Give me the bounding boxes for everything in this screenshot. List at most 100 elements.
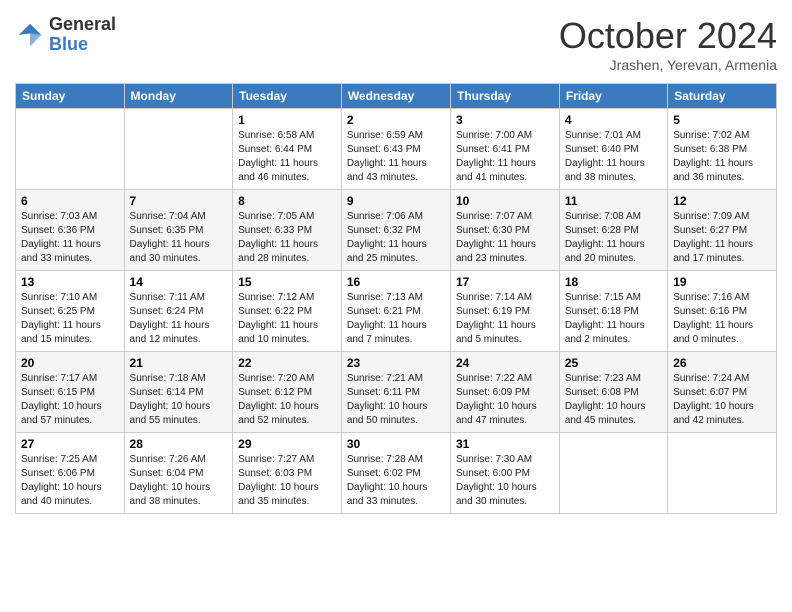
calendar-week-row: 27 Sunrise: 7:25 AM Sunset: 6:06 PM Dayli… xyxy=(16,433,777,514)
day-number: 24 xyxy=(456,356,554,370)
calendar-cell: 21Sunrise: 7:18 AM Sunset: 6:14 PM Dayli… xyxy=(124,352,233,433)
calendar-cell xyxy=(16,109,125,190)
day-number: 29 xyxy=(238,437,336,451)
day-info: Sunrise: 6:59 AM Sunset: 6:43 PM Dayligh… xyxy=(347,129,445,185)
header-sunday: Sunday xyxy=(16,84,125,109)
header-wednesday: Wednesday xyxy=(341,84,450,109)
calendar-cell: 5 Sunrise: 7:02 AM Sunset: 6:38 PM Daylig… xyxy=(668,109,777,190)
day-info: Sunrise: 7:08 AM Sunset: 6:28 PM Dayligh… xyxy=(565,210,662,266)
calendar-week-row: 1 Sunrise: 6:58 AM Sunset: 6:44 PM Daylig… xyxy=(16,109,777,190)
calendar-cell: 4Sunrise: 7:01 AM Sunset: 6:40 PM Daylig… xyxy=(559,109,667,190)
day-number: 31 xyxy=(456,437,554,451)
day-number: 18 xyxy=(565,275,662,289)
header-saturday: Saturday xyxy=(668,84,777,109)
calendar-cell: 18Sunrise: 7:15 AM Sunset: 6:18 PM Dayli… xyxy=(559,271,667,352)
day-number: 11 xyxy=(565,194,662,208)
day-info: Sunrise: 7:14 AM Sunset: 6:19 PM Dayligh… xyxy=(456,291,554,347)
weekday-header-row: Sunday Monday Tuesday Wednesday Thursday… xyxy=(16,84,777,109)
day-number: 14 xyxy=(130,275,228,289)
header-thursday: Thursday xyxy=(450,84,559,109)
calendar-cell: 2Sunrise: 6:59 AM Sunset: 6:43 PM Daylig… xyxy=(341,109,450,190)
calendar-cell: 13Sunrise: 7:10 AM Sunset: 6:25 PM Dayli… xyxy=(16,271,125,352)
calendar-cell: 31Sunrise: 7:30 AM Sunset: 6:00 PM Dayli… xyxy=(450,433,559,514)
calendar-cell: 12 Sunrise: 7:09 AM Sunset: 6:27 PM Dayli… xyxy=(668,190,777,271)
day-info: Sunrise: 7:04 AM Sunset: 6:35 PM Dayligh… xyxy=(130,210,228,266)
day-info: Sunrise: 7:09 AM Sunset: 6:27 PM Dayligh… xyxy=(673,210,771,266)
calendar-cell: 9Sunrise: 7:06 AM Sunset: 6:32 PM Daylig… xyxy=(341,190,450,271)
location-subtitle: Jrashen, Yerevan, Armenia xyxy=(559,57,777,73)
day-info: Sunrise: 7:13 AM Sunset: 6:21 PM Dayligh… xyxy=(347,291,445,347)
logo-blue-text: Blue xyxy=(49,35,116,55)
day-number: 7 xyxy=(130,194,228,208)
day-number: 26 xyxy=(673,356,771,370)
day-info: Sunrise: 7:17 AM Sunset: 6:15 PM Dayligh… xyxy=(21,372,119,428)
day-number: 3 xyxy=(456,113,554,127)
day-number: 23 xyxy=(347,356,445,370)
calendar-cell: 8Sunrise: 7:05 AM Sunset: 6:33 PM Daylig… xyxy=(233,190,342,271)
day-number: 25 xyxy=(565,356,662,370)
header: General Blue October 2024 Jrashen, Yerev… xyxy=(15,15,777,73)
day-number: 5 xyxy=(673,113,771,127)
calendar-cell: 24 Sunrise: 7:22 AM Sunset: 6:09 PM Dayli… xyxy=(450,352,559,433)
month-title: October 2024 xyxy=(559,15,777,57)
day-number: 9 xyxy=(347,194,445,208)
calendar-week-row: 13Sunrise: 7:10 AM Sunset: 6:25 PM Dayli… xyxy=(16,271,777,352)
calendar-cell: 3 Sunrise: 7:00 AM Sunset: 6:41 PM Daylig… xyxy=(450,109,559,190)
day-number: 6 xyxy=(21,194,119,208)
day-number: 30 xyxy=(347,437,445,451)
calendar-cell: 16 Sunrise: 7:13 AM Sunset: 6:21 PM Dayli… xyxy=(341,271,450,352)
day-info: Sunrise: 7:27 AM Sunset: 6:03 PM Dayligh… xyxy=(238,453,336,509)
calendar-cell: 11 Sunrise: 7:08 AM Sunset: 6:28 PM Dayli… xyxy=(559,190,667,271)
header-friday: Friday xyxy=(559,84,667,109)
day-info: Sunrise: 7:28 AM Sunset: 6:02 PM Dayligh… xyxy=(347,453,445,509)
logo: General Blue xyxy=(15,15,116,55)
calendar-cell: 17 Sunrise: 7:14 AM Sunset: 6:19 PM Dayli… xyxy=(450,271,559,352)
day-info: Sunrise: 7:02 AM Sunset: 6:38 PM Dayligh… xyxy=(673,129,771,185)
calendar-cell: 6 Sunrise: 7:03 AM Sunset: 6:36 PM Daylig… xyxy=(16,190,125,271)
day-number: 1 xyxy=(238,113,336,127)
day-info: Sunrise: 7:16 AM Sunset: 6:16 PM Dayligh… xyxy=(673,291,771,347)
day-number: 16 xyxy=(347,275,445,289)
day-info: Sunrise: 7:22 AM Sunset: 6:09 PM Dayligh… xyxy=(456,372,554,428)
calendar-cell: 28Sunrise: 7:26 AM Sunset: 6:04 PM Dayli… xyxy=(124,433,233,514)
calendar-cell: 30 Sunrise: 7:28 AM Sunset: 6:02 PM Dayli… xyxy=(341,433,450,514)
calendar-cell: 14 Sunrise: 7:11 AM Sunset: 6:24 PM Dayli… xyxy=(124,271,233,352)
calendar-cell: 19 Sunrise: 7:16 AM Sunset: 6:16 PM Dayli… xyxy=(668,271,777,352)
day-number: 12 xyxy=(673,194,771,208)
calendar-cell xyxy=(559,433,667,514)
day-info: Sunrise: 7:21 AM Sunset: 6:11 PM Dayligh… xyxy=(347,372,445,428)
calendar-cell: 10 Sunrise: 7:07 AM Sunset: 6:30 PM Dayli… xyxy=(450,190,559,271)
day-info: Sunrise: 7:24 AM Sunset: 6:07 PM Dayligh… xyxy=(673,372,771,428)
day-number: 17 xyxy=(456,275,554,289)
day-info: Sunrise: 7:20 AM Sunset: 6:12 PM Dayligh… xyxy=(238,372,336,428)
calendar-cell: 25Sunrise: 7:23 AM Sunset: 6:08 PM Dayli… xyxy=(559,352,667,433)
calendar-cell: 15 Sunrise: 7:12 AM Sunset: 6:22 PM Dayli… xyxy=(233,271,342,352)
calendar-week-row: 6 Sunrise: 7:03 AM Sunset: 6:36 PM Daylig… xyxy=(16,190,777,271)
day-number: 27 xyxy=(21,437,119,451)
day-number: 28 xyxy=(130,437,228,451)
day-number: 10 xyxy=(456,194,554,208)
day-info: Sunrise: 7:12 AM Sunset: 6:22 PM Dayligh… xyxy=(238,291,336,347)
calendar-cell xyxy=(668,433,777,514)
calendar-table: Sunday Monday Tuesday Wednesday Thursday… xyxy=(15,83,777,514)
day-number: 4 xyxy=(565,113,662,127)
day-number: 15 xyxy=(238,275,336,289)
day-info: Sunrise: 7:00 AM Sunset: 6:41 PM Dayligh… xyxy=(456,129,554,185)
day-info: Sunrise: 7:05 AM Sunset: 6:33 PM Dayligh… xyxy=(238,210,336,266)
day-info: Sunrise: 6:58 AM Sunset: 6:44 PM Dayligh… xyxy=(238,129,336,185)
calendar-cell: 23 Sunrise: 7:21 AM Sunset: 6:11 PM Dayli… xyxy=(341,352,450,433)
title-block: October 2024 Jrashen, Yerevan, Armenia xyxy=(559,15,777,73)
header-tuesday: Tuesday xyxy=(233,84,342,109)
day-info: Sunrise: 7:11 AM Sunset: 6:24 PM Dayligh… xyxy=(130,291,228,347)
day-info: Sunrise: 7:25 AM Sunset: 6:06 PM Dayligh… xyxy=(21,453,119,509)
day-number: 20 xyxy=(21,356,119,370)
day-number: 19 xyxy=(673,275,771,289)
page-container: General Blue October 2024 Jrashen, Yerev… xyxy=(0,0,792,524)
day-info: Sunrise: 7:03 AM Sunset: 6:36 PM Dayligh… xyxy=(21,210,119,266)
day-number: 21 xyxy=(130,356,228,370)
day-info: Sunrise: 7:07 AM Sunset: 6:30 PM Dayligh… xyxy=(456,210,554,266)
day-number: 13 xyxy=(21,275,119,289)
calendar-cell: 27 Sunrise: 7:25 AM Sunset: 6:06 PM Dayli… xyxy=(16,433,125,514)
calendar-cell: 29 Sunrise: 7:27 AM Sunset: 6:03 PM Dayli… xyxy=(233,433,342,514)
calendar-cell: 1 Sunrise: 6:58 AM Sunset: 6:44 PM Daylig… xyxy=(233,109,342,190)
